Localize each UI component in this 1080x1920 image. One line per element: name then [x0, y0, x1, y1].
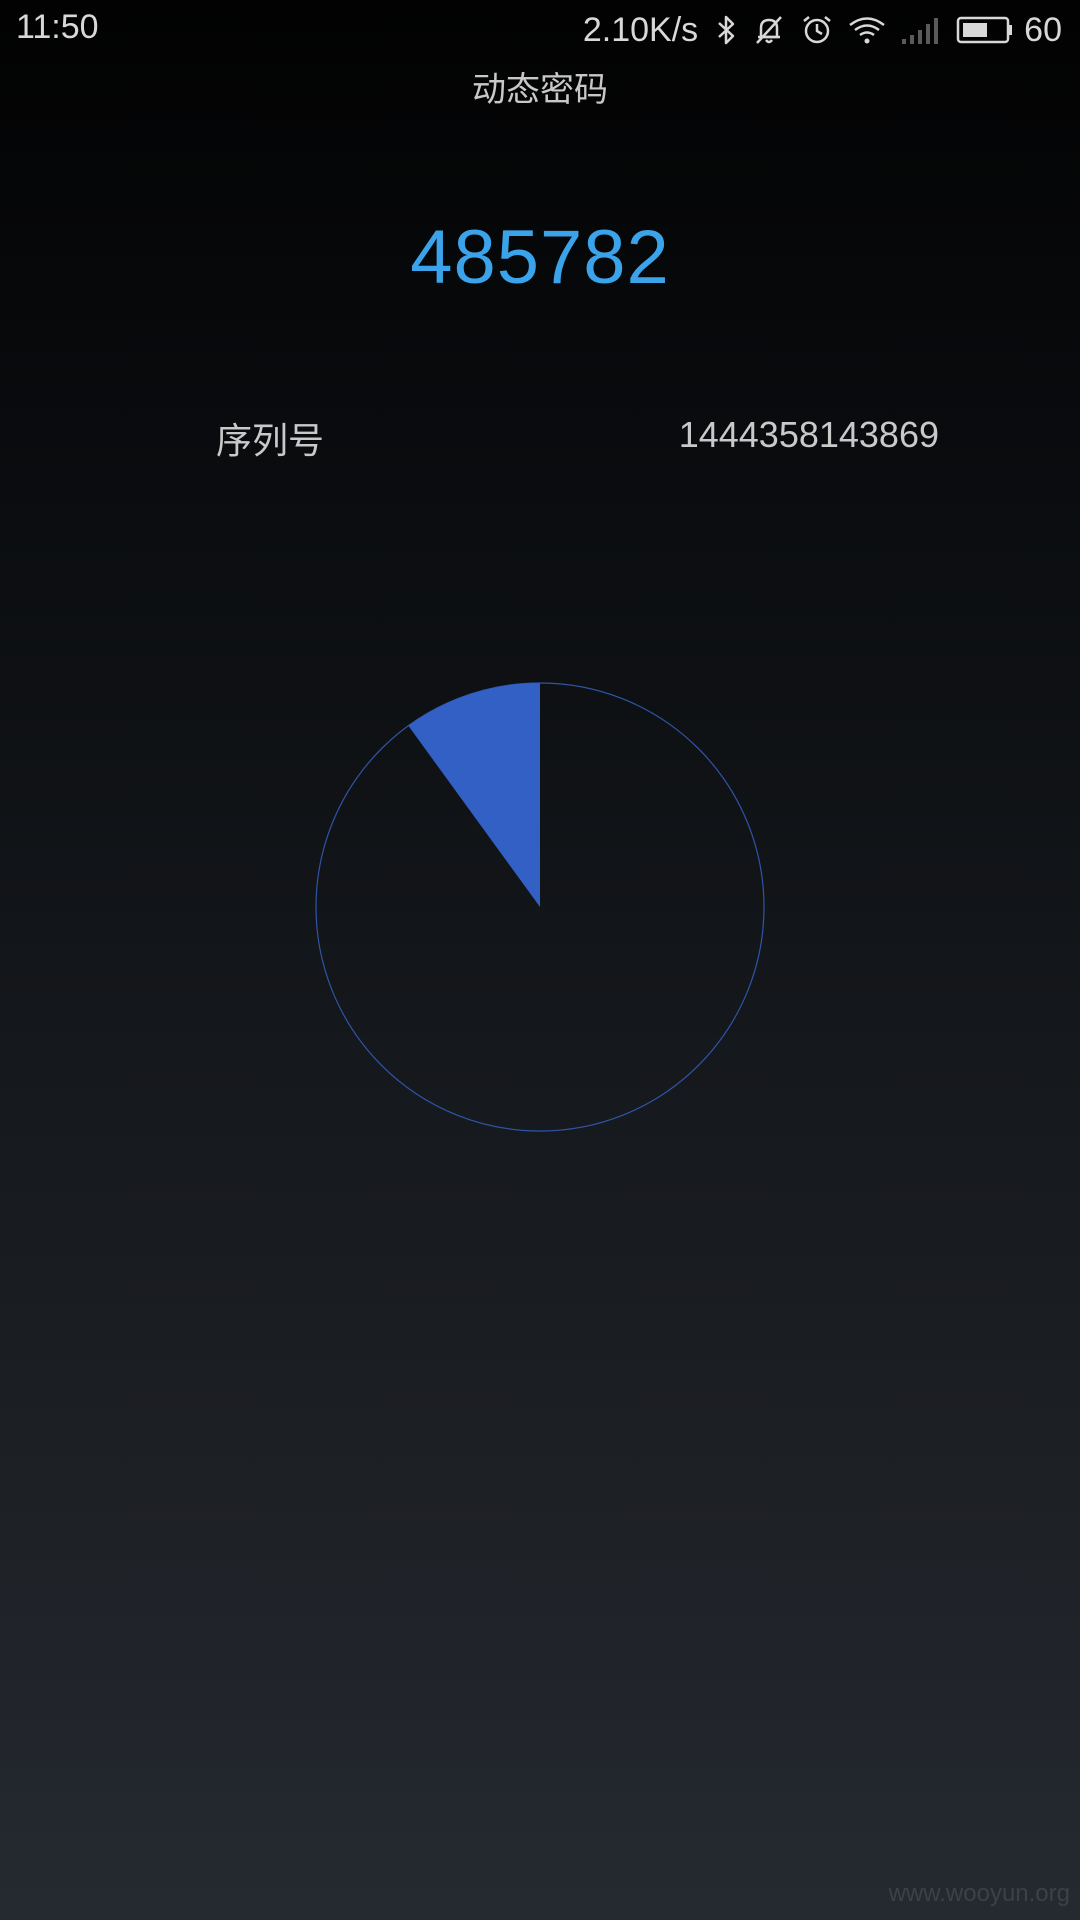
wifi-icon — [848, 15, 886, 45]
status-time: 11:50 — [16, 8, 99, 46]
serial-number-label: 序列号 — [216, 421, 325, 462]
otp-code: 485782 — [410, 215, 670, 300]
bluetooth-icon — [716, 14, 738, 46]
status-bar: 11:50 2.10K/s 60 — [0, 0, 1080, 60]
alarm-clock-icon — [800, 13, 834, 47]
countdown-timer — [315, 682, 765, 1132]
timer-elapsed-slice — [408, 683, 540, 907]
battery-level: 60 — [1024, 10, 1062, 49]
battery-icon — [956, 15, 1014, 45]
status-icons: 2.10K/s 60 — [583, 6, 1062, 54]
mute-bell-icon — [752, 13, 786, 47]
serial-number-value: 1444358143869 — [678, 414, 939, 455]
watermark: www.wooyun.org — [888, 1880, 1070, 1907]
signal-icon — [900, 15, 942, 45]
network-speed: 2.10K/s — [582, 10, 699, 49]
page-title: 动态密码 — [472, 70, 608, 110]
